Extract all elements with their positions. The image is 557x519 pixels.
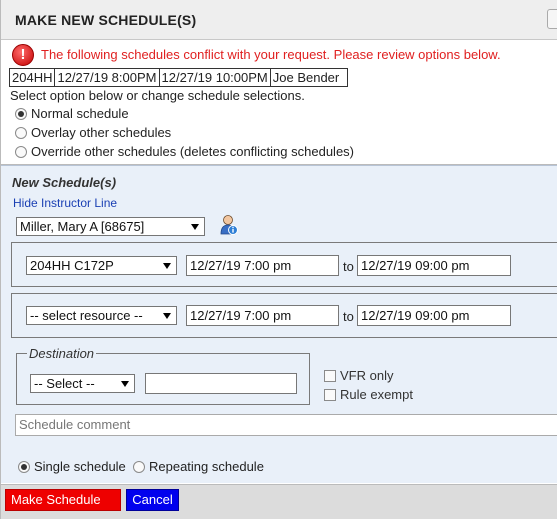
resource-select-2[interactable]: -- select resource -- [26, 306, 177, 325]
user-info-icon[interactable] [220, 214, 238, 236]
conflict-instruction: Select option below or change schedule s… [10, 88, 305, 103]
end-time-field-2[interactable]: 12/27/19 09:00 pm [357, 305, 511, 326]
schedule-comment-input[interactable]: Schedule comment [15, 414, 557, 436]
chevron-down-icon [121, 381, 129, 387]
chevron-down-icon [191, 224, 199, 230]
cancel-button[interactable]: Cancel [126, 489, 179, 511]
instructor-select[interactable]: Miller, Mary A [68675] [16, 217, 205, 236]
schedule-type-label: Repeating schedule [149, 459, 264, 474]
radio-normal[interactable] [15, 107, 27, 120]
rule-exempt-label: Rule exempt [340, 387, 413, 402]
new-schedule-heading: New Schedule(s) [12, 175, 117, 190]
conflict-message: The following schedules conflict with yo… [41, 47, 501, 62]
conflict-start: 12/27/19 8:00PM [55, 69, 160, 86]
dialog-title: MAKE NEW SCHEDULE(S) [15, 12, 197, 28]
rule-exempt-option[interactable]: Rule exempt [324, 387, 413, 402]
chevron-down-icon [163, 313, 171, 319]
to-label: to [343, 259, 354, 274]
error-icon: ! [12, 44, 34, 66]
resource-value: 204HH C172P [30, 258, 114, 273]
radio-overlay[interactable] [15, 126, 27, 139]
conflict-person: Joe Bender [272, 70, 340, 85]
option-label: Overlay other schedules [31, 125, 172, 140]
radio-override[interactable] [15, 145, 27, 158]
destination-legend: Destination [27, 346, 97, 361]
instructor-value: Miller, Mary A [68675] [20, 219, 145, 234]
resource-select-1[interactable]: 204HH C172P [26, 256, 177, 275]
option-overlay-schedules[interactable]: Overlay other schedules [15, 125, 171, 140]
vfr-only-label: VFR only [340, 368, 394, 383]
resource-value: -- select resource -- [30, 308, 143, 323]
option-label: Override other schedules (deletes confli… [31, 144, 355, 159]
end-time-field-1[interactable]: 12/27/19 09:00 pm [357, 255, 511, 276]
make-new-schedule-dialog: MAKE NEW SCHEDULE(S) ! The following sch… [0, 0, 557, 519]
start-time-field-2[interactable]: 12/27/19 7:00 pm [186, 305, 339, 326]
destination-select-value: -- Select -- [34, 376, 95, 391]
rule-exempt-checkbox[interactable] [324, 388, 336, 401]
chevron-down-icon [163, 263, 171, 269]
conflict-row: 204HH 12/27/19 8:00PM 12/27/19 10:00PM J… [9, 68, 348, 87]
option-normal-schedule[interactable]: Normal schedule [15, 106, 129, 121]
destination-input[interactable] [145, 373, 297, 394]
close-icon[interactable] [547, 9, 557, 29]
single-schedule-option[interactable]: Single schedule [18, 459, 126, 474]
conflict-resource: 204HH [10, 69, 56, 86]
to-label: to [343, 309, 354, 324]
schedule-type-label: Single schedule [34, 459, 126, 474]
radio-single[interactable] [18, 460, 30, 473]
vfr-only-option[interactable]: VFR only [324, 368, 393, 383]
repeating-schedule-option[interactable]: Repeating schedule [133, 459, 264, 474]
conflict-end: 12/27/19 10:00PM [160, 69, 271, 86]
hide-instructor-link[interactable]: Hide Instructor Line [13, 196, 117, 210]
destination-select[interactable]: -- Select -- [30, 374, 135, 393]
option-label: Normal schedule [31, 106, 129, 121]
radio-repeating[interactable] [133, 460, 145, 473]
start-time-field-1[interactable]: 12/27/19 7:00 pm [186, 255, 339, 276]
dialog-titlebar[interactable]: MAKE NEW SCHEDULE(S) [1, 0, 557, 40]
make-schedule-button[interactable]: Make Schedule [5, 489, 121, 511]
vfr-only-checkbox[interactable] [324, 369, 336, 382]
option-override-schedules[interactable]: Override other schedules (deletes confli… [15, 144, 354, 159]
